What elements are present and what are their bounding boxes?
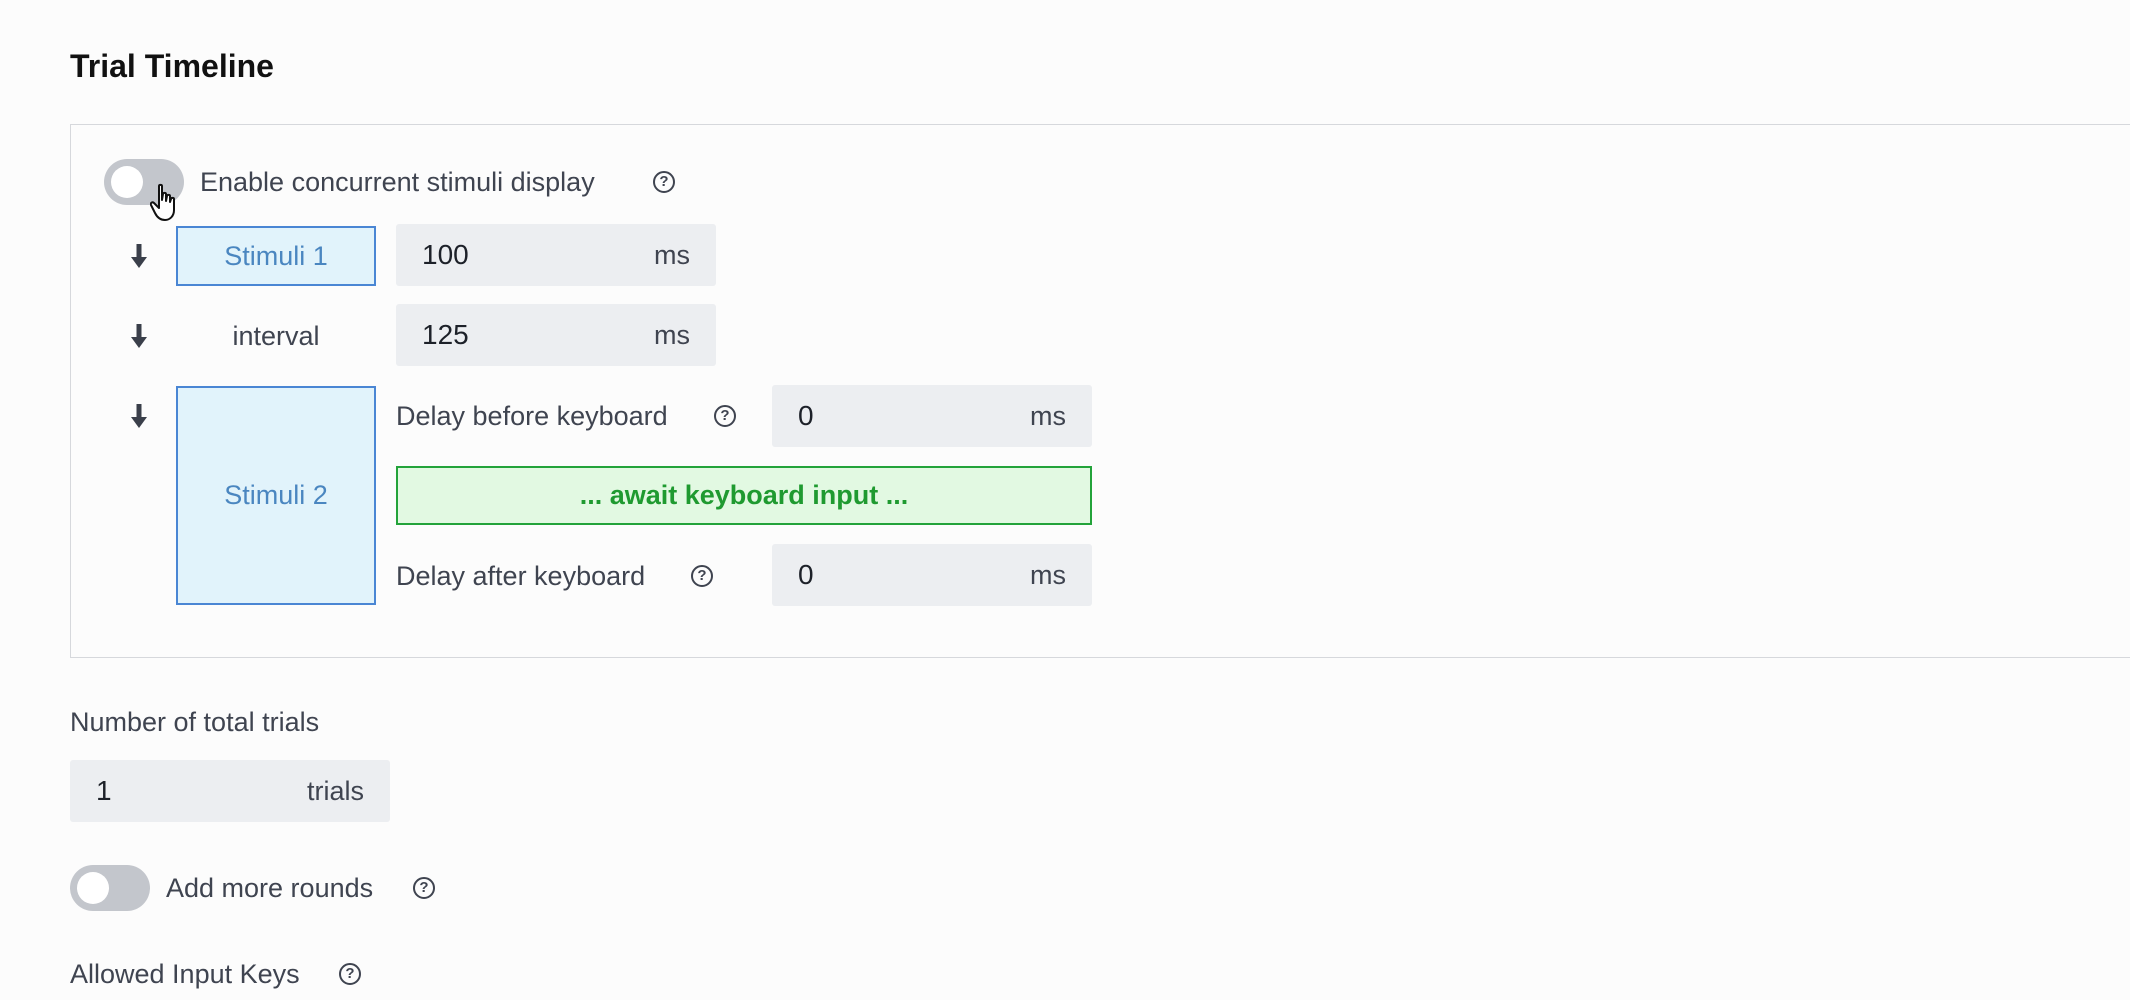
stimuli-1-duration-value: 100 [422,239,469,270]
allowed-input-keys-help-icon[interactable]: ? [339,963,361,985]
toggle-knob [111,166,143,198]
concurrent-stimuli-label: Enable concurrent stimuli display [200,167,595,197]
trial-timeline-panel [70,124,2130,658]
add-more-rounds-help-icon[interactable]: ? [413,877,435,899]
add-more-rounds-label: Add more rounds [166,873,374,903]
delay-before-keyboard-label: Delay before keyboard [396,401,668,431]
delay-before-help-icon[interactable]: ? [714,405,736,427]
total-trials-unit: trials [306,776,364,806]
interval-duration-unit: ms [654,320,690,350]
delay-before-value: 0 [798,400,814,431]
arrow-down-icon [131,244,147,268]
delay-after-unit: ms [1030,560,1066,590]
total-trials-input[interactable]: 1 trials [70,760,390,822]
section-title: Trial Timeline [70,48,274,84]
delay-after-help-icon[interactable]: ? [691,565,713,587]
hand-cursor-icon [150,183,175,221]
delay-after-keyboard-label: Delay after keyboard [396,561,646,591]
arrow-down-icon [131,324,147,348]
total-trials-value: 1 [96,775,112,806]
interval-duration-value: 125 [422,319,469,350]
delay-after-value: 0 [798,559,814,590]
delay-before-unit: ms [1030,401,1066,431]
stimuli-1-duration-unit: ms [654,240,690,270]
total-trials-label: Number of total trials [70,707,320,737]
await-keyboard-input-bar: ... await keyboard input ... [396,466,1092,525]
delay-before-keyboard-input[interactable]: 0 ms [772,385,1092,447]
interval-label: interval [232,321,320,351]
add-more-rounds-toggle[interactable] [70,865,150,911]
arrow-down-icon [131,404,147,428]
stimuli-1-duration-input[interactable]: 100 ms [396,224,716,286]
delay-after-keyboard-input[interactable]: 0 ms [772,544,1092,606]
toggle-knob [77,872,109,904]
stimuli-1-box[interactable]: Stimuli 1 [176,226,376,286]
trial-settings-page: Trial Timeline Enable concurrent stimuli… [0,0,2130,1000]
allowed-input-keys-label: Allowed Input Keys [70,959,300,989]
concurrent-help-icon[interactable]: ? [653,171,675,193]
stimuli-2-box[interactable]: Stimuli 2 [176,386,376,605]
interval-duration-input[interactable]: 125 ms [396,304,716,366]
